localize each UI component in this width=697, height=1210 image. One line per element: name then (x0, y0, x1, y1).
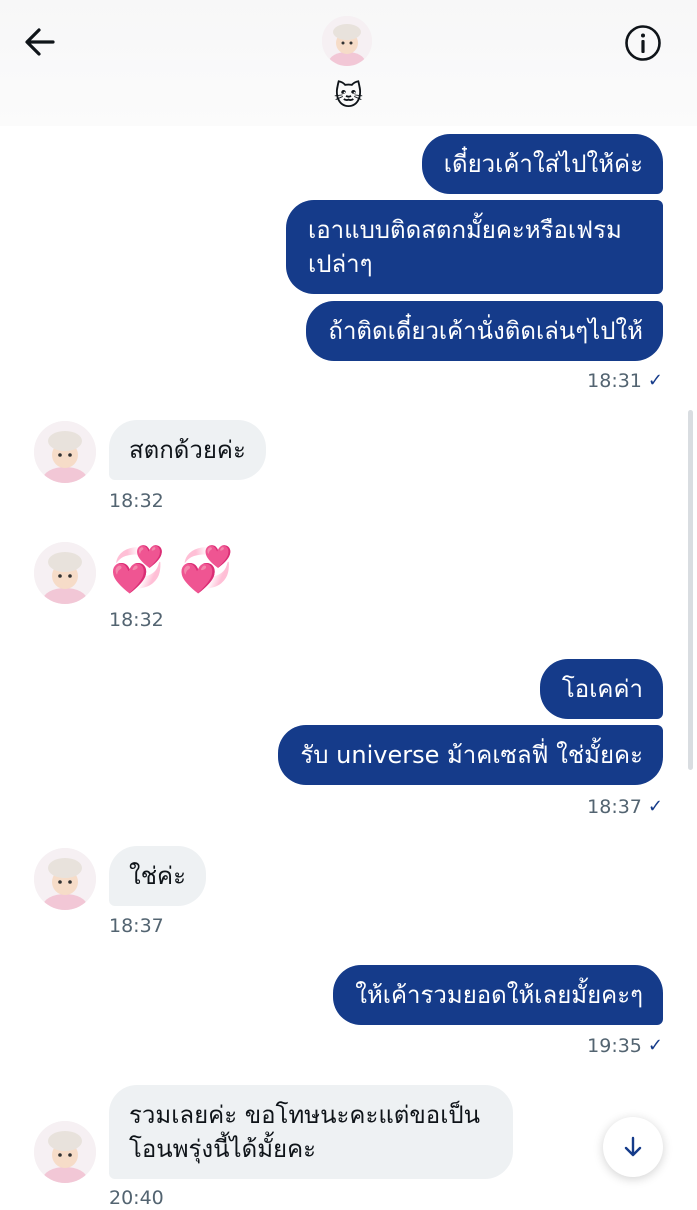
sent-message-bubble[interactable]: เอาแบบติดสตกมั้ยคะหรือเฟรม เปล่าๆ (286, 200, 663, 294)
arrow-left-icon (25, 28, 55, 56)
info-button[interactable] (622, 22, 664, 64)
arrow-down-icon (624, 1136, 642, 1157)
message-line: รวมเลยค่ะ ขอโทษนะคะแต่ขอเป็น (129, 1101, 481, 1129)
revolving-hearts-emoji: 💞 (178, 544, 234, 595)
timestamp-text: 18:37 (587, 796, 642, 818)
message-line: โอนพรุ่งนี้ได้มั้ยคะ (129, 1135, 317, 1163)
info-circle-icon (625, 25, 661, 61)
conversation-header: 🐱 (0, 0, 697, 126)
message-line: เปล่าๆ (308, 250, 373, 278)
scrollbar[interactable] (688, 410, 693, 770)
sent-check-icon: ✓ (647, 1035, 663, 1056)
timestamp-text: 18:31 (587, 370, 642, 392)
message-timestamp: 18:32 (109, 490, 164, 512)
received-message-bubble[interactable]: ใช่ค่ะ (109, 846, 206, 906)
scroll-to-bottom-button[interactable] (603, 1117, 663, 1177)
contact-name[interactable]: 🐱 (0, 78, 697, 114)
sent-message-bubble[interactable]: ถ้าติดเดี๋ยวเค้านั่งติดเล่นๆไปให้ (306, 301, 663, 361)
back-button[interactable] (20, 22, 60, 62)
message-timestamp: 19:35 ✓ (587, 1034, 663, 1058)
revolving-hearts-emoji: 💞 (110, 544, 165, 595)
avatar[interactable] (34, 542, 96, 604)
message-timestamp: 18:37 ✓ (587, 795, 663, 819)
message-line: เอาแบบติดสตกมั้ยคะหรือเฟรม (308, 216, 622, 244)
sent-message-bubble[interactable]: รับ universe ม้าคเซลฟี่ ใช่มั้ยคะ (278, 725, 663, 785)
contact-avatar[interactable] (322, 16, 372, 66)
sent-message-bubble[interactable]: โอเคค่า (539, 659, 663, 719)
avatar[interactable] (34, 421, 96, 483)
avatar[interactable] (34, 1121, 96, 1183)
sent-message-bubble[interactable]: ให้เค้ารวมยอดให้เลยมั้ยคะๆ (333, 965, 663, 1025)
message-timestamp: 18:37 (109, 915, 164, 937)
message-timestamp: 18:31 ✓ (587, 369, 663, 393)
sent-check-icon: ✓ (647, 370, 663, 391)
received-message-bubble[interactable]: รวมเลยค่ะ ขอโทษนะคะแต่ขอเป็น โอนพรุ่งนี้… (109, 1085, 513, 1179)
avatar[interactable] (34, 848, 96, 910)
message-timestamp: 20:40 (109, 1187, 164, 1209)
sent-check-icon: ✓ (647, 796, 663, 817)
emoji-message[interactable]: 💞 💞 (110, 542, 234, 598)
sent-message-bubble[interactable]: เดี๋ยวเค้าใส่ไปให้ค่ะ (421, 134, 663, 194)
received-message-bubble[interactable]: สตกด้วยค่ะ (109, 420, 266, 480)
timestamp-text: 19:35 (587, 1035, 642, 1057)
message-timestamp: 18:32 (109, 609, 164, 631)
